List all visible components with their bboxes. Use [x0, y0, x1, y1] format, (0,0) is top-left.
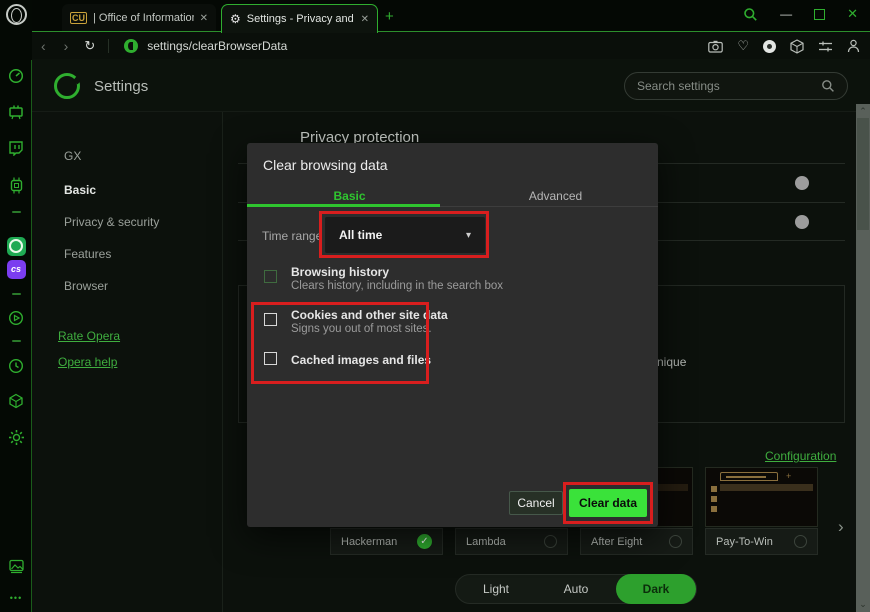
tab-title: | Office of Information Tech [93, 12, 194, 24]
rate-opera-link[interactable]: Rate Opera [58, 329, 120, 343]
dialog-tab-advanced[interactable]: Advanced [453, 189, 658, 203]
annotation-box-time-range [319, 211, 489, 258]
nav-item-privacy-security[interactable]: Privacy & security [64, 215, 159, 229]
theme-name-row: Lambda [455, 528, 568, 555]
address-bar-actions: ♡ [708, 32, 860, 60]
sidebar-accent-line [31, 60, 32, 612]
mode-light[interactable]: Light [456, 582, 536, 596]
page-title: Settings [94, 78, 148, 95]
sidebar-more-icon[interactable]: ••• [0, 586, 32, 610]
sidebar-setup-sliders-icon[interactable] [818, 40, 833, 53]
opera-help-link[interactable]: Opera help [58, 355, 117, 369]
theme-name: After Eight [591, 536, 669, 548]
annotation-box-clear-data [563, 482, 653, 524]
opera-logo-icon[interactable] [6, 4, 27, 25]
reload-button[interactable]: ↻ [77, 38, 102, 54]
theme-radio[interactable] [794, 535, 807, 548]
snapshot-camera-icon[interactable] [708, 40, 723, 53]
sidebar-divider [12, 293, 21, 295]
nav-item-features[interactable]: Features [64, 247, 111, 261]
settings-search-input[interactable] [637, 79, 821, 93]
nav-item-gx[interactable]: GX [64, 149, 81, 163]
easel-icon[interactable] [0, 100, 32, 124]
annotation-box-checkboxes [251, 302, 429, 384]
checkbox-browsing-history[interactable] [264, 270, 277, 283]
theme-name: Pay-To-Win [716, 536, 794, 548]
shield-badge-icon[interactable] [763, 40, 776, 53]
theme-radio[interactable] [544, 535, 557, 548]
url-field[interactable]: settings/clearBrowserData [147, 39, 287, 53]
search-icon [821, 79, 835, 93]
dialog-title: Clear browsing data [263, 157, 388, 173]
theme-preview: + [705, 467, 818, 527]
close-window-button[interactable]: ✕ [847, 6, 858, 22]
sidebar-divider [12, 211, 21, 213]
appearance-mode-control: Light Auto Dark [455, 574, 697, 604]
speed-dial-icon[interactable] [0, 64, 32, 88]
theme-radio[interactable] [669, 535, 682, 548]
forward-button[interactable]: › [55, 38, 78, 54]
scroll-down-icon[interactable]: ⌄ [856, 599, 870, 610]
extensions-cube-icon[interactable] [790, 39, 804, 54]
configuration-link[interactable]: Configuration [765, 449, 836, 463]
mode-auto[interactable]: Auto [536, 582, 616, 596]
sidebar-divider [12, 340, 21, 342]
theme-card-pay-to-win[interactable]: + Pay-To-Win [705, 467, 818, 555]
gx-control-chip-icon[interactable] [0, 173, 32, 197]
tab-close-icon[interactable]: ✕ [361, 14, 369, 25]
cu-favicon: CU [70, 12, 87, 24]
snapshot-images-icon[interactable] [0, 553, 32, 577]
tab-office-of-information-tech[interactable]: CU | Office of Information Tech ✕ [62, 4, 216, 32]
active-tab-underline [247, 204, 440, 207]
gear-favicon: ⚙ [230, 12, 241, 26]
nav-item-basic[interactable]: Basic [64, 183, 96, 197]
theme-name-row: Pay-To-Win [705, 528, 818, 555]
tab-title: Settings - Privacy and secu [247, 13, 355, 25]
cancel-button[interactable]: Cancel [509, 491, 563, 515]
theme-name-row: Hackerman ✓ [330, 528, 443, 555]
new-tab-button[interactable]: + [385, 8, 394, 25]
nav-item-browser[interactable]: Browser [64, 279, 108, 293]
tab-settings-active[interactable]: ⚙ Settings - Privacy and secu ✕ [221, 4, 378, 33]
toggle-knob[interactable] [795, 215, 809, 229]
player-icon[interactable] [0, 306, 32, 330]
opera-site-badge[interactable] [124, 39, 138, 53]
history-icon[interactable] [0, 354, 32, 378]
scrollbar-thumb[interactable] [857, 118, 869, 230]
toggle-knob[interactable] [795, 176, 809, 190]
cs-app-icon[interactable]: cs [0, 257, 32, 281]
tab-close-icon[interactable]: ✕ [200, 13, 208, 24]
extensions-cube-icon[interactable] [0, 389, 32, 413]
dialog-tab-basic[interactable]: Basic [247, 189, 452, 203]
search-icon[interactable] [743, 7, 758, 22]
mode-dark-selected[interactable]: Dark [616, 574, 696, 604]
selected-check-icon[interactable]: ✓ [417, 534, 432, 549]
opera-gx-logo [54, 73, 80, 99]
twitch-icon[interactable] [0, 136, 32, 160]
address-bar: ‹ › ↻ settings/clearBrowserData ♡ [32, 31, 870, 59]
address-divider [108, 39, 109, 53]
page-scrollbar[interactable]: ⌃ ⌄ [856, 104, 870, 612]
bookmark-heart-icon[interactable]: ♡ [737, 38, 749, 54]
time-range-label: Time range [262, 229, 322, 243]
back-button[interactable]: ‹ [32, 38, 55, 54]
profile-person-icon[interactable] [847, 39, 860, 53]
messenger-app-icon[interactable] [0, 234, 32, 258]
theme-name: Hackerman [341, 536, 417, 548]
scroll-up-icon[interactable]: ⌃ [856, 106, 870, 117]
window-controls: — ✕ [743, 0, 870, 28]
minimize-button[interactable]: — [780, 7, 792, 21]
settings-gear-icon[interactable] [0, 425, 32, 449]
settings-search-box [624, 72, 848, 100]
theme-name: Lambda [466, 536, 544, 548]
option-description: Clears history, including in the search … [291, 280, 503, 292]
partial-setting-text: nique [657, 355, 686, 369]
maximize-button[interactable] [814, 9, 825, 20]
theme-carousel-next-icon[interactable]: › [838, 517, 844, 537]
theme-name-row: After Eight [580, 528, 693, 555]
browser-window: cs ••• — ✕ CU [0, 0, 870, 612]
gx-sidebar: cs ••• [0, 0, 32, 612]
option-label: Browsing history [291, 265, 389, 279]
nav-divider [222, 112, 223, 612]
